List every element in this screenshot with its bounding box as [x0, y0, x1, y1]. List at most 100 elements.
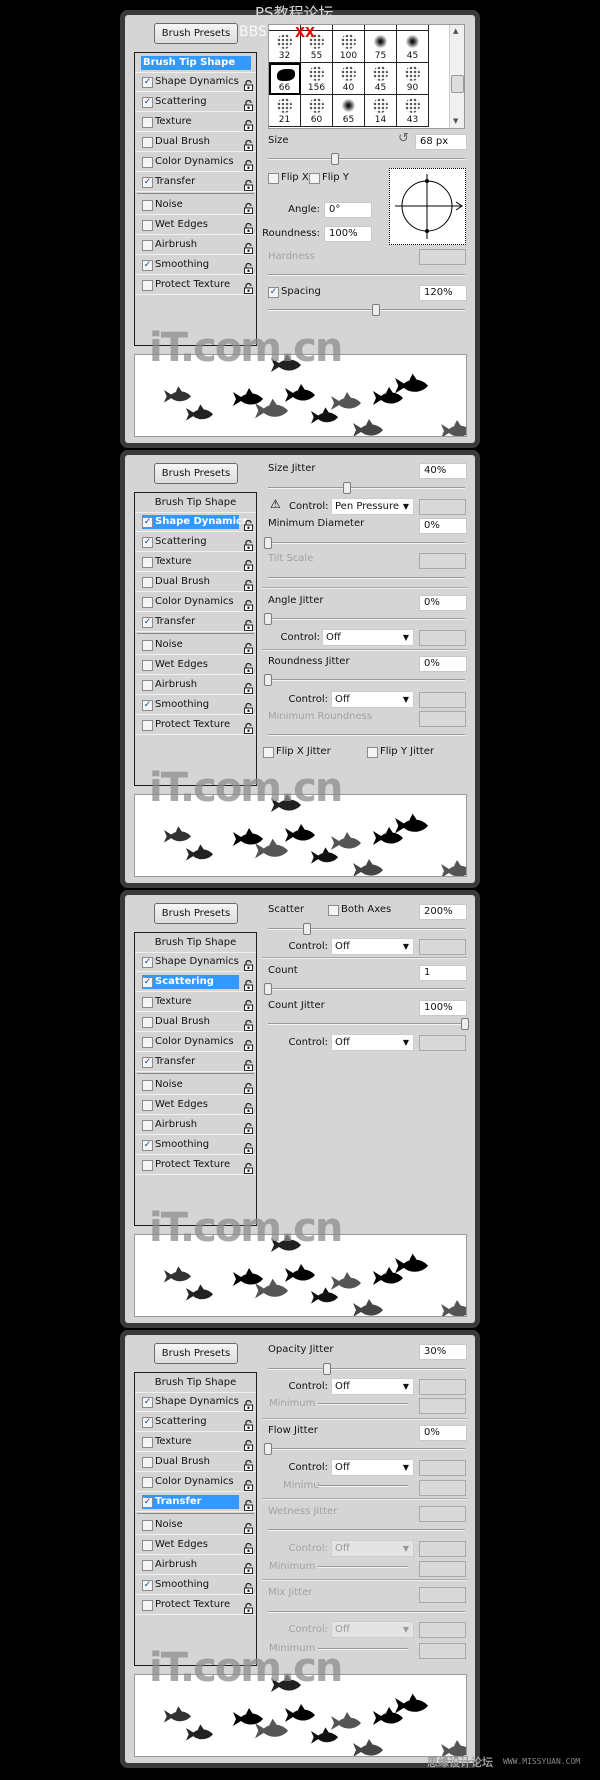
- flow-control-dropdown[interactable]: Off ▼: [331, 1459, 414, 1476]
- lock-icon[interactable]: [244, 1036, 253, 1051]
- scroll-down-icon[interactable]: ▼: [453, 117, 458, 125]
- scroll-thumb[interactable]: [451, 75, 464, 93]
- list-item-airbrush[interactable]: Airbrush: [135, 235, 256, 255]
- angle-jitter-slider[interactable]: [264, 613, 465, 625]
- list-item-shape-dynamics[interactable]: ✓ Shape Dynamics: [135, 512, 256, 532]
- slider-thumb[interactable]: [303, 923, 312, 935]
- list-item-color-dynamics[interactable]: Color Dynamics: [135, 1472, 256, 1492]
- list-item-scattering[interactable]: ✓ Scattering: [135, 532, 256, 552]
- checkbox[interactable]: ✓: [142, 957, 153, 968]
- count-control-dropdown[interactable]: Off ▼: [331, 1034, 414, 1051]
- checkbox[interactable]: [142, 1457, 153, 1468]
- angle-roundness-preview[interactable]: [389, 168, 466, 245]
- lock-icon[interactable]: [244, 639, 253, 654]
- lock-icon[interactable]: [244, 1159, 253, 1174]
- lock-icon[interactable]: [244, 1436, 253, 1451]
- lock-icon[interactable]: [244, 136, 253, 151]
- lock-icon[interactable]: [244, 556, 253, 571]
- slider-thumb[interactable]: [264, 674, 272, 686]
- list-item-wet-edges[interactable]: Wet Edges: [135, 655, 256, 675]
- checkbox[interactable]: [142, 240, 153, 251]
- count-slider[interactable]: [264, 983, 465, 995]
- list-item-airbrush[interactable]: Airbrush: [135, 675, 256, 695]
- checkbox[interactable]: ✓: [142, 1397, 153, 1408]
- list-item-transfer[interactable]: ✓ Transfer: [135, 612, 256, 632]
- both-axes-checkbox[interactable]: [328, 905, 339, 916]
- lock-icon[interactable]: [244, 279, 253, 294]
- lock-icon[interactable]: [244, 699, 253, 714]
- checkbox[interactable]: [142, 1017, 153, 1028]
- list-item-scattering[interactable]: ✓ Scattering: [135, 972, 256, 992]
- spacing-slider[interactable]: [268, 304, 465, 316]
- checkbox[interactable]: [142, 577, 153, 588]
- list-item-wet-edges[interactable]: Wet Edges: [135, 215, 256, 235]
- checkbox[interactable]: ✓: [142, 517, 153, 528]
- checkbox[interactable]: ✓: [142, 1580, 153, 1591]
- size-field[interactable]: 68 px: [415, 134, 467, 150]
- min-diameter-slider[interactable]: [264, 537, 465, 549]
- checkbox[interactable]: [142, 1037, 153, 1048]
- checkbox[interactable]: [142, 220, 153, 231]
- checkbox[interactable]: [142, 117, 153, 128]
- list-item-wet-edges[interactable]: Wet Edges: [135, 1535, 256, 1555]
- lock-icon[interactable]: [244, 1539, 253, 1554]
- list-item-smoothing[interactable]: ✓ Smoothing: [135, 1575, 256, 1595]
- lock-icon[interactable]: [244, 679, 253, 694]
- lock-icon[interactable]: [244, 156, 253, 171]
- brush-presets-button[interactable]: Brush Presets: [154, 463, 238, 484]
- lock-icon[interactable]: [244, 1139, 253, 1154]
- lock-icon[interactable]: [244, 1099, 253, 1114]
- lock-icon[interactable]: [244, 219, 253, 234]
- lock-icon[interactable]: [244, 96, 253, 111]
- checkbox[interactable]: ✓: [142, 1497, 153, 1508]
- list-item-noise[interactable]: Noise: [135, 195, 256, 215]
- lock-icon[interactable]: [244, 536, 253, 551]
- lock-icon[interactable]: [244, 1456, 253, 1471]
- checkbox[interactable]: [142, 720, 153, 731]
- slider-thumb[interactable]: [264, 537, 272, 549]
- opacity-jitter-field[interactable]: 30%: [419, 1344, 467, 1360]
- roundness-field[interactable]: 100%: [324, 226, 372, 242]
- list-item-protect-texture[interactable]: Protect Texture: [135, 1155, 256, 1175]
- lock-icon[interactable]: [244, 719, 253, 734]
- lock-icon[interactable]: [244, 1056, 253, 1071]
- list-item-protect-texture[interactable]: Protect Texture: [135, 275, 256, 295]
- brush-presets-button[interactable]: Brush Presets: [154, 23, 238, 44]
- brush-preset-cell[interactable]: 75: [365, 31, 397, 63]
- checkbox[interactable]: [142, 1120, 153, 1131]
- checkbox[interactable]: [142, 200, 153, 211]
- lock-icon[interactable]: [244, 1519, 253, 1534]
- checkbox[interactable]: [142, 640, 153, 651]
- checkbox[interactable]: [142, 997, 153, 1008]
- checkbox[interactable]: [142, 1080, 153, 1091]
- flip-y-jitter-checkbox[interactable]: [367, 747, 378, 758]
- checkbox[interactable]: [142, 1437, 153, 1448]
- brush-preset-cell[interactable]: 60: [301, 95, 333, 127]
- list-item-wet-edges[interactable]: Wet Edges: [135, 1095, 256, 1115]
- scatter-slider[interactable]: [268, 923, 465, 935]
- checkbox[interactable]: ✓: [142, 260, 153, 271]
- brush-preset-cell[interactable]: 45: [397, 31, 429, 63]
- lock-icon[interactable]: [244, 1579, 253, 1594]
- size-jitter-slider[interactable]: [268, 482, 465, 494]
- list-item-transfer[interactable]: ✓ Transfer: [135, 1492, 256, 1512]
- checkbox[interactable]: [142, 137, 153, 148]
- list-item-color-dynamics[interactable]: Color Dynamics: [135, 152, 256, 172]
- brush-cell-partial[interactable]: [397, 25, 429, 31]
- slider-thumb[interactable]: [264, 1443, 272, 1455]
- lock-icon[interactable]: [244, 596, 253, 611]
- slider-thumb[interactable]: [342, 482, 351, 494]
- brush-preset-cell[interactable]: 100: [333, 31, 365, 63]
- lock-icon[interactable]: [244, 1396, 253, 1411]
- lock-icon[interactable]: [244, 1599, 253, 1614]
- lock-icon[interactable]: [244, 516, 253, 531]
- lock-icon[interactable]: [244, 116, 253, 131]
- checkbox[interactable]: [142, 1600, 153, 1611]
- slider-thumb[interactable]: [330, 153, 339, 165]
- brush-presets-button[interactable]: Brush Presets: [154, 903, 238, 924]
- lock-icon[interactable]: [244, 1079, 253, 1094]
- checkbox[interactable]: [142, 1160, 153, 1171]
- opacity-control-dropdown[interactable]: Off ▼: [331, 1378, 414, 1395]
- size-jitter-field[interactable]: 40%: [419, 463, 467, 479]
- checkbox[interactable]: ✓: [142, 77, 153, 88]
